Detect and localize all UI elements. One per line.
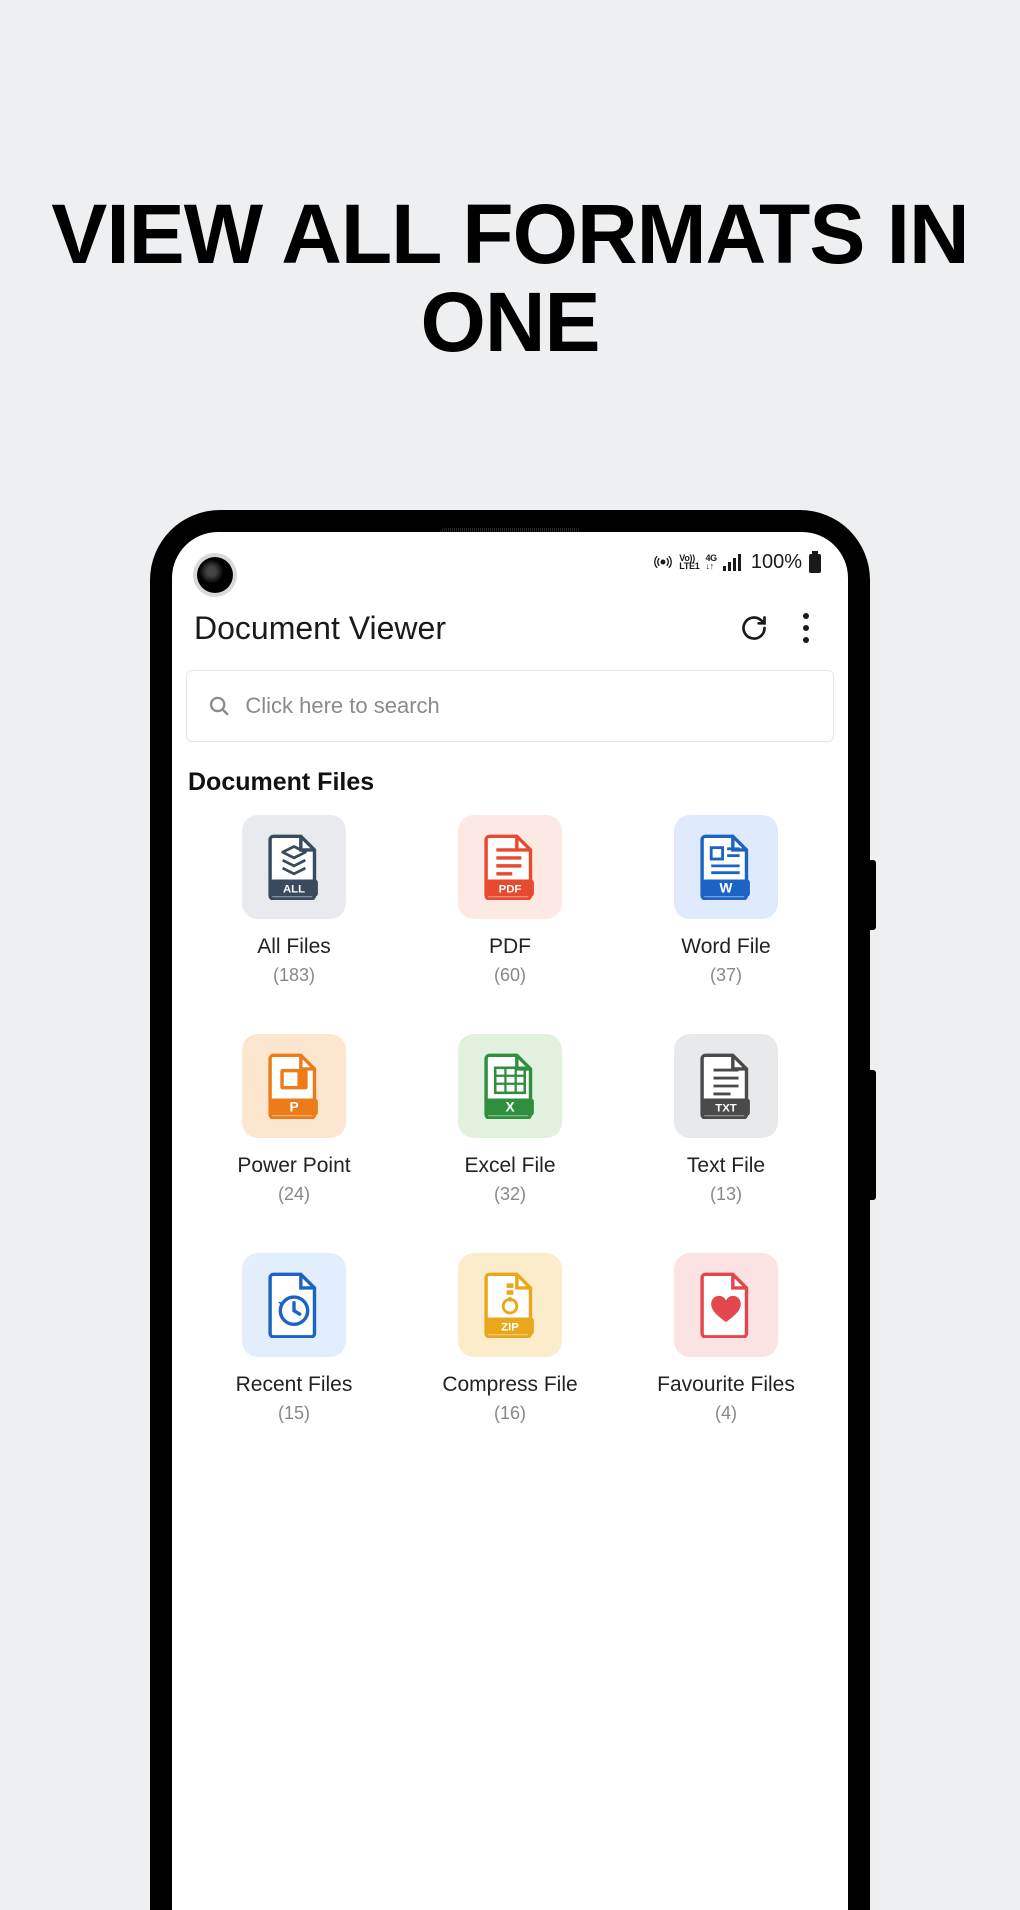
pdf-file-icon: PDF [458,815,562,919]
tile-count: (32) [494,1184,526,1205]
tile-all[interactable]: ALL All Files (183) [186,815,402,986]
phone-frame: Vo)) LTE1 4G ↓↑ 100% [150,510,870,1910]
tile-count: (13) [710,1184,742,1205]
more-icon [803,613,809,643]
promo-headline: VIEW ALL FORMATS IN ONE [0,0,1020,366]
tile-count: (4) [715,1403,737,1424]
search-icon [207,693,231,719]
tile-fav[interactable]: Favourite Files (4) [618,1253,834,1424]
tile-label: Compress File [442,1373,577,1397]
app-title: Document Viewer [194,610,722,647]
refresh-icon [740,614,768,642]
svg-text:TXT: TXT [715,1103,737,1115]
hotspot-icon [653,552,673,572]
search-input[interactable] [245,693,813,719]
refresh-button[interactable] [734,608,774,648]
tile-count: (183) [273,965,315,986]
tile-label: PDF [489,935,531,959]
tile-txt[interactable]: TXT Text File (13) [618,1034,834,1205]
svg-text:W: W [720,881,733,896]
tile-label: Favourite Files [657,1373,795,1397]
svg-text:P: P [289,1100,298,1115]
svg-text:X: X [505,1100,514,1115]
txt-file-icon: TXT [674,1034,778,1138]
tile-label: Text File [687,1154,765,1178]
more-button[interactable] [786,608,826,648]
status-battery-percent: 100% [751,551,802,574]
recent-file-icon [242,1253,346,1357]
ppt-file-icon: P [242,1034,346,1138]
fav-file-icon [674,1253,778,1357]
screen: Vo)) LTE1 4G ↓↑ 100% [172,532,848,1910]
tile-word[interactable]: W Word File (37) [618,815,834,986]
tile-label: Excel File [464,1154,555,1178]
tile-excel[interactable]: X Excel File (32) [402,1034,618,1205]
tile-count: (24) [278,1184,310,1205]
svg-text:PDF: PDF [499,884,522,896]
excel-file-icon: X [458,1034,562,1138]
all-file-icon: ALL [242,815,346,919]
word-file-icon: W [674,815,778,919]
phone-side-button [870,1070,876,1200]
tile-count: (60) [494,965,526,986]
battery-icon [808,551,822,573]
signal-icon [723,553,743,571]
zip-file-icon: ZIP [458,1253,562,1357]
svg-text:ZIP: ZIP [501,1322,519,1334]
tile-recent[interactable]: Recent Files (15) [186,1253,402,1424]
tile-count: (15) [278,1403,310,1424]
tile-zip[interactable]: ZIP Compress File (16) [402,1253,618,1424]
tile-label: All Files [257,935,331,959]
svg-text:ALL: ALL [283,884,305,896]
status-volte: Vo)) LTE1 [679,554,699,570]
tile-count: (37) [710,965,742,986]
app-bar: Document Viewer [172,592,848,670]
tile-label: Power Point [237,1154,350,1178]
tile-label: Recent Files [236,1373,353,1397]
tile-label: Word File [681,935,770,959]
phone-side-button [870,860,876,930]
search-bar[interactable] [186,670,834,742]
tiles-grid: ALL All Files (183) PDF PDF (60) W Word … [172,815,848,1424]
tile-ppt[interactable]: P Power Point (24) [186,1034,402,1205]
tile-count: (16) [494,1403,526,1424]
tile-pdf[interactable]: PDF PDF (60) [402,815,618,986]
status-4g: 4G ↓↑ [705,554,716,570]
section-title: Document Files [172,742,848,815]
status-bar: Vo)) LTE1 4G ↓↑ 100% [172,532,848,592]
camera-hole [197,557,233,593]
